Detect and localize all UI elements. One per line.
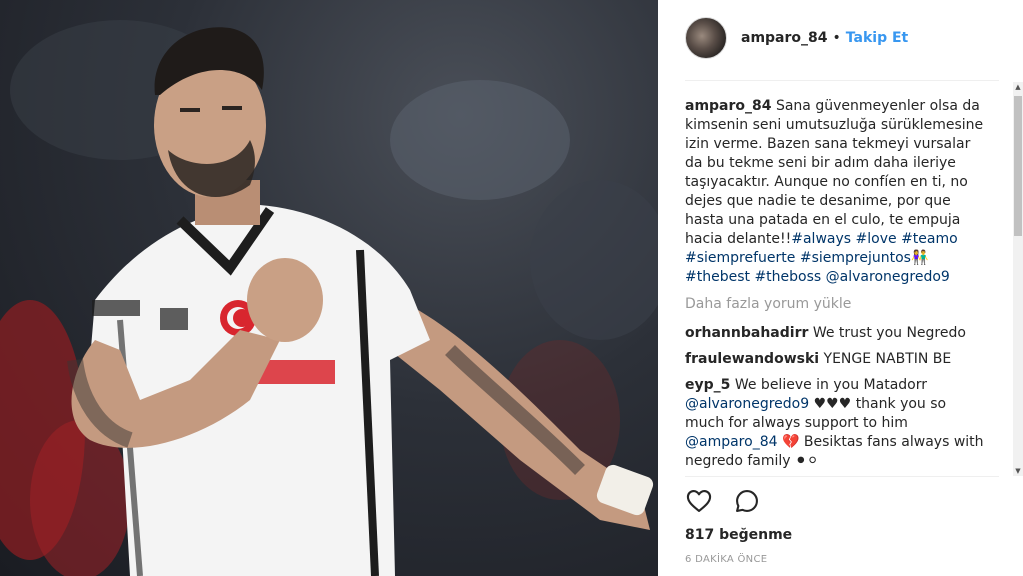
couple-emoji: 👫 xyxy=(910,250,929,266)
comment-text: We trust you Negredo xyxy=(808,325,966,341)
header-username[interactable]: amparo_84 xyxy=(741,30,828,46)
photo-of-footballer-image xyxy=(0,20,658,576)
scrollbar-thumb[interactable] xyxy=(1014,96,1022,236)
comments-scrollbar[interactable]: ▲ ▼ xyxy=(1013,82,1023,476)
comments-list[interactable]: amparo_84 Sana güvenmeyenler olsa da kim… xyxy=(685,97,985,472)
follow-button[interactable]: Takip Et xyxy=(846,30,908,46)
likes-count[interactable]: 817 beğenme xyxy=(685,527,792,543)
caption-text: Sana güvenmeyenler olsa da kimsenin seni… xyxy=(685,98,984,247)
hashtag-thebest[interactable]: #thebest xyxy=(685,269,750,285)
mention-amparo84[interactable]: @amparo_84 xyxy=(685,434,778,450)
user-avatar[interactable] xyxy=(685,17,727,59)
actions-divider xyxy=(685,476,999,477)
comment-text: YENGE NABTIN BE xyxy=(819,351,952,367)
hashtag-always[interactable]: #always xyxy=(791,231,851,247)
comment-text: We believe in you Matadorr xyxy=(730,377,927,393)
caption-username[interactable]: amparo_84 xyxy=(685,98,772,114)
heart-icon[interactable] xyxy=(685,487,713,515)
header-separator: • xyxy=(832,30,841,46)
hashtag-love[interactable]: #love xyxy=(856,231,897,247)
comment-username[interactable]: fraulewandowski xyxy=(685,351,819,367)
hashtag-teamo[interactable]: #teamo xyxy=(901,231,958,247)
circle-emojis: ⚫⚪ xyxy=(795,453,819,469)
hashtag-theboss[interactable]: #theboss xyxy=(754,269,821,285)
load-more-comments-button[interactable]: Daha fazla yorum yükle xyxy=(685,295,985,314)
caption-comment: amparo_84 Sana güvenmeyenler olsa da kim… xyxy=(685,97,985,287)
comment-item: eyp_5 We believe in you Matadorr @alvaro… xyxy=(685,376,985,471)
post-details-panel: amparo_84 • Takip Et amparo_84 Sana güve… xyxy=(658,0,1023,576)
header-divider xyxy=(685,80,999,81)
mention-alvaronegredo9[interactable]: @alvaronegredo9 xyxy=(685,396,809,412)
post-actions xyxy=(685,487,761,515)
comment-username[interactable]: eyp_5 xyxy=(685,377,730,393)
comment-icon[interactable] xyxy=(733,487,761,515)
comment-username[interactable]: orhannbahadirr xyxy=(685,325,808,341)
scroll-up-arrow-icon[interactable]: ▲ xyxy=(1013,82,1023,92)
comment-item: orhannbahadirr We trust you Negredo xyxy=(685,324,985,343)
comment-item: fraulewandowski YENGE NABTIN BE xyxy=(685,350,985,369)
post-header: amparo_84 • Takip Et xyxy=(685,16,908,60)
hashtag-siemprejuntos[interactable]: #siemprejuntos xyxy=(800,250,911,266)
scroll-down-arrow-icon[interactable]: ▼ xyxy=(1013,466,1023,476)
post-timestamp[interactable]: 6 DAKİKA ÖNCE xyxy=(685,554,767,565)
post-photo[interactable] xyxy=(0,0,658,576)
hashtag-siemprefuerte[interactable]: #siemprefuerte xyxy=(685,250,795,266)
mention-alvaronegredo9[interactable]: @alvaronegredo9 xyxy=(826,269,950,285)
